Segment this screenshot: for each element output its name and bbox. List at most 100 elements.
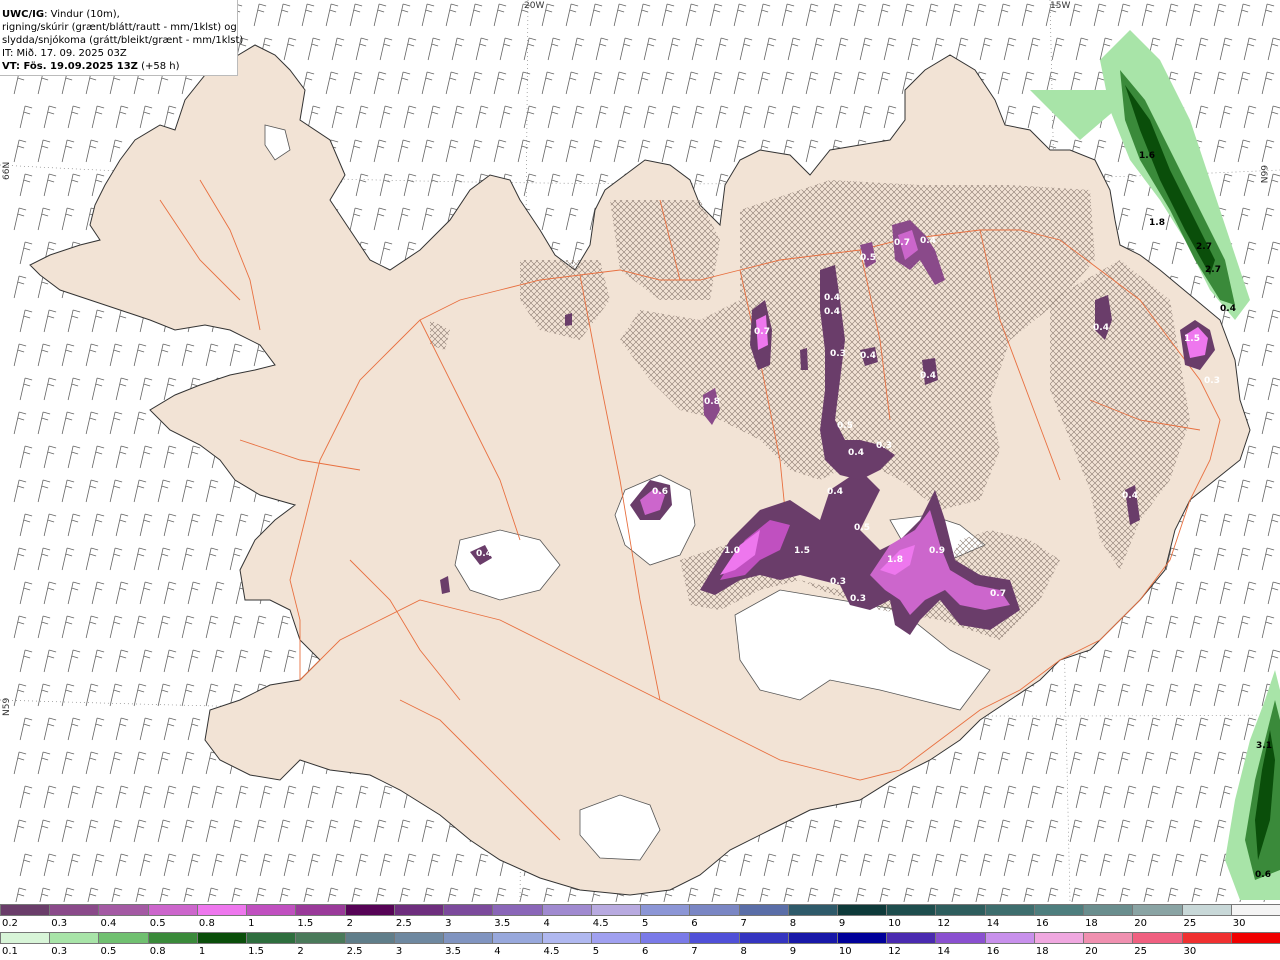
legend-color-cell	[984, 932, 1035, 944]
legend-color-cell	[836, 932, 888, 944]
legend-color-cell	[443, 932, 494, 944]
precip-value-label: 0.4	[1093, 323, 1109, 333]
precip-value-label: 1.5	[794, 546, 810, 556]
legend-color-cell	[689, 932, 740, 944]
legend-color-cell	[98, 932, 149, 944]
legend-tick-label: 1.5	[248, 946, 265, 957]
legend-tick-label: 0.1	[2, 946, 18, 957]
legend-color-cell	[246, 904, 297, 916]
legend-tick-label: 5	[642, 918, 649, 929]
legend-color-cell	[640, 932, 691, 944]
lon-label-15w: 15W	[1050, 1, 1070, 11]
precip-value-label: 0.3	[1204, 376, 1220, 386]
legend-color-cell	[590, 904, 642, 916]
legend-tick-label: 10	[888, 918, 901, 929]
legend-snow-ticks: 0.2 0.3 0.4 0.5 0.8 1 1.5 2 2.5 3 3.5 4 4.5 5 6 7 8 9 10 12…	[0, 918, 1280, 930]
precip-value-label: 1.6	[1139, 151, 1155, 161]
legend-color-cell	[344, 932, 395, 944]
legend-color-cell	[0, 904, 51, 916]
initial-time: IT: Mið. 17. 09. 2025 03Z	[2, 48, 127, 59]
legend-tick-label: 7	[691, 946, 698, 957]
legend-color-cell	[1181, 932, 1232, 944]
legend-color-cell	[196, 932, 248, 944]
legend-color-cell	[196, 904, 248, 916]
precip-value-label: 0.3	[830, 577, 846, 587]
legend-color-cell	[295, 932, 346, 944]
legend-color-cell	[1230, 932, 1280, 944]
legend-color-cell	[344, 904, 395, 916]
legend-color-cell	[1181, 904, 1232, 916]
legend-color-cell	[393, 904, 445, 916]
legend-tick-label: 14	[937, 946, 951, 957]
legend-color-cell	[1132, 932, 1183, 944]
legend-color-cell	[98, 904, 149, 916]
legend-tick-label: 30	[1232, 918, 1246, 929]
legend-color-cell	[886, 904, 937, 916]
lat-label-left-upper: 66N	[2, 161, 12, 180]
legend-tick-label: 4.5	[592, 918, 609, 929]
precip-value-label: 0.5	[854, 523, 870, 533]
legend-color-cell	[738, 932, 789, 944]
legend-tick-label: 0.5	[100, 946, 117, 957]
legend-tick-label: 25	[1183, 918, 1197, 929]
legend-color-cell	[541, 904, 592, 916]
model-name: UWC/IG	[2, 9, 45, 20]
legend-color-cell	[886, 932, 937, 944]
legend-color-cell	[541, 932, 592, 944]
precip-value-label: 0.4	[1122, 491, 1138, 501]
legend-tick-label: 0.8	[149, 946, 166, 957]
legend-tick-label: 4	[543, 918, 550, 929]
legend-tick-label: 14	[986, 918, 1000, 929]
legend-color-cell	[836, 904, 888, 916]
precip-value-label: 0.4	[824, 307, 840, 317]
legend-color-cell	[492, 904, 543, 916]
legend-tick-label: 7	[740, 918, 747, 929]
legend-tick-label: 12	[937, 918, 951, 929]
legend-color-cell	[246, 932, 297, 944]
legend-rain-colorbar	[0, 932, 1280, 944]
lat-label-right-upper: 66N	[1258, 165, 1268, 184]
lat-label-left-lower: N59	[2, 697, 12, 716]
legend-color-cell	[443, 904, 494, 916]
legend-snow-colorbar	[0, 904, 1280, 916]
legend-color-cell	[147, 904, 198, 916]
legend-tick-label: 4.5	[543, 946, 560, 957]
legend-color-cell	[49, 932, 100, 944]
legend-color-cell	[787, 904, 838, 916]
legend-tick-label: 8	[740, 946, 747, 957]
legend-tick-label: 20	[1134, 918, 1148, 929]
legend-tick-label: 9	[789, 946, 797, 957]
legend-tick-label: 9	[838, 918, 846, 929]
legend-tick-label: 0.3	[51, 946, 68, 957]
legend-tick-label: 0.4	[100, 918, 117, 929]
legend-tick-label: 12	[888, 946, 901, 957]
precip-value-label: 0.4	[920, 371, 936, 381]
legend-color-cell	[1033, 904, 1085, 916]
precip-value-label: 0.4	[476, 549, 492, 559]
legend-tick-label: 1	[248, 918, 255, 929]
legend-tick-label: 16	[986, 946, 1000, 957]
forecast-hour: (+58 h)	[137, 61, 180, 72]
legend-tick-label: 16	[1035, 918, 1049, 929]
precip-value-label: 0.4	[848, 448, 864, 458]
legend-tick-label: 2.5	[395, 918, 412, 929]
map-header: UWC/IG: Vindur (10m), rigning/skúrir (gr…	[0, 0, 244, 76]
legend-tick-label: 18	[1085, 918, 1098, 929]
legend-tick-label: 10	[838, 946, 852, 957]
precip-value-label: 0.5	[860, 253, 876, 263]
legend-color-cell	[147, 932, 198, 944]
precip-value-label: 3.1	[1256, 741, 1272, 751]
precip-value-label: 0.7	[894, 238, 910, 248]
legend-tick-label: 18	[1035, 946, 1049, 957]
legend-tick-label: 5	[592, 946, 600, 957]
precip-value-label: 2.7	[1205, 265, 1221, 275]
legend-color-cell	[787, 932, 838, 944]
legend-tick-label: 2	[346, 918, 353, 929]
legend-color-cell	[49, 904, 100, 916]
legend-color-cell	[640, 904, 691, 916]
legend-tick-label: 20	[1085, 946, 1098, 957]
header-line-snow: slydda/snjókoma (grátt/bleikt/grænt - mm…	[2, 35, 244, 46]
legend-color-cell	[295, 904, 346, 916]
header-line-rain: rigning/skúrir (grænt/blátt/rautt - mm/1…	[2, 22, 237, 33]
legend-tick-label: 3	[445, 918, 452, 929]
